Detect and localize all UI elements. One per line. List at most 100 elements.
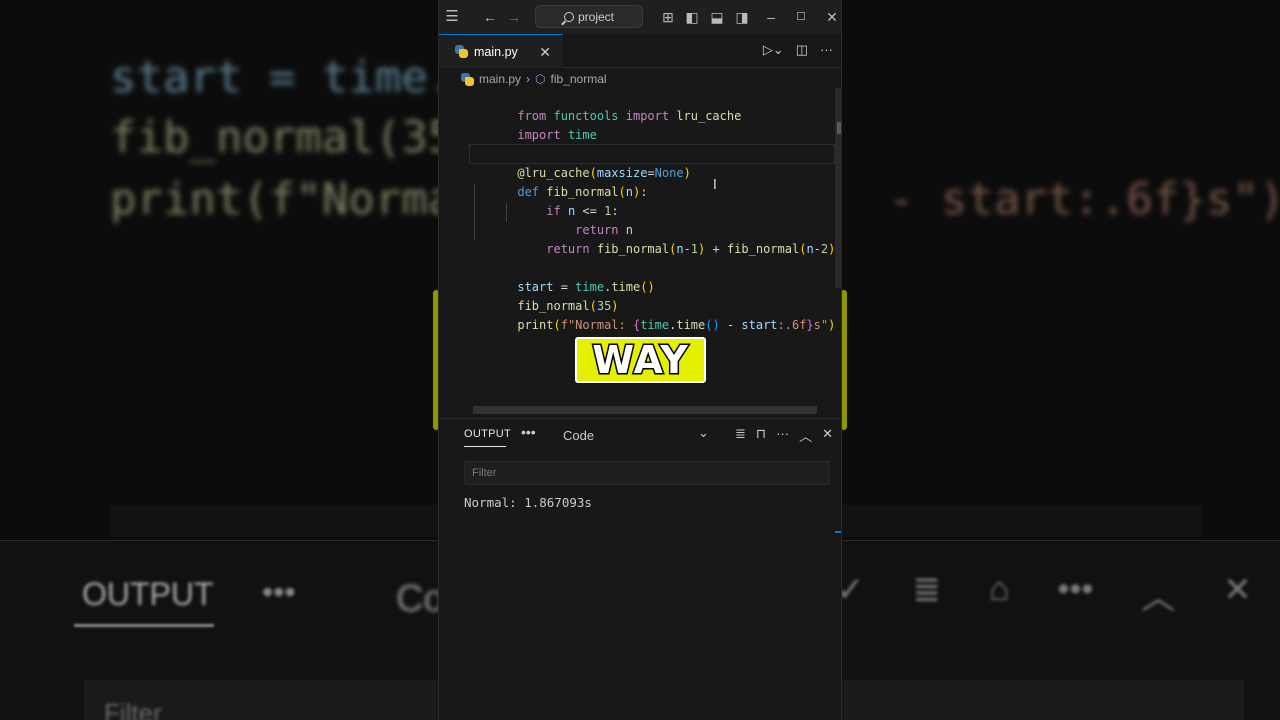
- toggle-primary-sidebar-icon[interactable]: ◧: [683, 8, 701, 26]
- maximize-icon[interactable]: ☐: [792, 8, 810, 26]
- breadcrumb-file[interactable]: main.py: [479, 72, 521, 86]
- token: }: [806, 318, 814, 332]
- search-label: project: [577, 9, 615, 24]
- bg-code-line-3-right: - start:.6f}s"): [888, 174, 1280, 225]
- output-channel-select[interactable]: Code: [563, 428, 594, 443]
- token: time: [640, 318, 670, 332]
- editor-horizontal-scrollbar[interactable]: [473, 406, 817, 414]
- minimize-icon[interactable]: –: [762, 8, 780, 26]
- token: :.6f: [777, 318, 807, 332]
- bg-filter-label: Filter: [104, 698, 162, 720]
- tab-label: main.py: [474, 44, 518, 59]
- code-line-12: print(f"Normal: {time.time() - start:.6f…: [474, 297, 835, 332]
- code-line-4: @lru_cache(maxsize=None): [474, 145, 690, 180]
- run-icon[interactable]: ▷⌄: [763, 42, 784, 58]
- code-line-7: return n: [474, 202, 633, 237]
- bg-code-line-2: fib_normal(35: [110, 112, 454, 163]
- token: return: [517, 242, 597, 256]
- scrollbar-marker: [837, 122, 841, 134]
- bg-code-line-3: print(f"Norma: [110, 174, 454, 225]
- split-editor-icon[interactable]: ◫: [796, 42, 808, 58]
- breadcrumb-symbol[interactable]: fib_normal: [551, 72, 607, 86]
- output-text: Normal: 1.867093s: [464, 495, 592, 510]
- token: f"Normal:: [560, 318, 633, 332]
- token: n: [625, 185, 633, 199]
- token: (: [618, 185, 626, 199]
- token: n: [806, 242, 814, 256]
- token: fib_normal: [596, 242, 670, 256]
- token: fib_normal: [726, 242, 800, 256]
- tab-close-icon[interactable]: ✕: [539, 44, 551, 61]
- close-panel-icon[interactable]: ✕: [822, 426, 833, 445]
- forward-arrow-icon[interactable]: →: [505, 8, 523, 26]
- customize-layout-icon[interactable]: ⊞: [659, 8, 677, 26]
- token: -: [719, 318, 742, 332]
- output-panel: OUTPUT ••• Code ⌄ ≣ ⊓ ··· ︿ ✕ Filter Nor…: [439, 418, 841, 720]
- token: +: [705, 242, 727, 256]
- token: import: [517, 128, 568, 142]
- maximize-panel-icon[interactable]: ︿: [799, 426, 812, 445]
- function-symbol-icon: ⬡: [535, 72, 546, 86]
- active-tab-indicator: [464, 446, 506, 447]
- editor-vertical-scrollbar[interactable]: [835, 88, 841, 288]
- tab-main-py[interactable]: main.py ✕: [439, 34, 563, 68]
- token: (): [705, 318, 720, 332]
- bg-close-icon: ✕: [1223, 571, 1252, 609]
- bg-lock-icon: ⌂: [989, 570, 1010, 608]
- token: ): [828, 318, 836, 332]
- caption-overlay: WAY: [575, 337, 706, 384]
- token: (): [640, 280, 655, 294]
- token: None: [654, 166, 684, 180]
- panel-actions: ≣ ⊓ ··· ︿ ✕: [735, 426, 833, 445]
- token: lru_cache: [676, 109, 742, 123]
- menu-icon[interactable]: ☰: [443, 8, 461, 26]
- code-line-2: import time: [474, 107, 596, 142]
- tab-output[interactable]: OUTPUT: [464, 428, 511, 440]
- back-arrow-icon[interactable]: ←: [481, 8, 499, 26]
- token: n: [676, 242, 684, 256]
- code-line-1: from functools import lru_cache: [474, 88, 741, 123]
- bg-code-text-2: fib_normal(35: [110, 112, 455, 163]
- clear-output-icon[interactable]: ≣: [735, 426, 746, 445]
- lock-scroll-icon[interactable]: ⊓: [756, 426, 766, 445]
- bg-chevron-up-icon: ︿: [1141, 579, 1176, 617]
- breadcrumb: main.py › ⬡ fib_normal: [461, 70, 607, 88]
- editor-tab-bar: main.py ✕ ▷⌄ ◫ ···: [439, 34, 841, 68]
- bg-code-text-3-right: - start:.6f}s"): [888, 174, 1280, 225]
- token: 1: [690, 242, 699, 256]
- token: time: [676, 318, 706, 332]
- bg-code-text-3: print(f"Norma: [110, 174, 455, 225]
- search-icon: [563, 11, 574, 22]
- bg-output-underline: [74, 624, 214, 627]
- title-bar: ☰ ← → project ⊞ ◧ ⬓ ◨ – ☐ ✕: [439, 0, 841, 34]
- text-cursor-icon: I: [713, 178, 717, 193]
- token: import: [618, 109, 677, 123]
- python-file-icon: [455, 45, 468, 58]
- filter-input[interactable]: Filter: [464, 461, 830, 485]
- command-center-search[interactable]: project: [535, 5, 643, 28]
- chevron-down-icon[interactable]: ⌄: [698, 425, 709, 441]
- token: print: [517, 318, 554, 332]
- token: =: [647, 166, 655, 180]
- token: -: [813, 242, 821, 256]
- token: time: [567, 128, 597, 142]
- token: (: [553, 318, 561, 332]
- bg-more-icon-2: •••: [1057, 570, 1094, 608]
- token: -: [683, 242, 691, 256]
- code-line-8: return fib_normal(n-1) + fib_normal(n-2): [474, 221, 835, 256]
- toggle-secondary-sidebar-icon[interactable]: ◨: [733, 8, 751, 26]
- token: ): [683, 166, 691, 180]
- code-line-11: fib_normal(35): [474, 278, 618, 313]
- python-file-icon: [461, 72, 474, 86]
- more-icon[interactable]: ···: [776, 426, 789, 445]
- token: s": [813, 318, 829, 332]
- token: start: [741, 318, 778, 332]
- code-line-6: if n <= 1:: [474, 183, 618, 218]
- breadcrumb-separator: ›: [526, 72, 531, 86]
- bg-output-label: OUTPUT: [82, 576, 214, 612]
- toggle-panel-icon[interactable]: ⬓: [708, 8, 726, 26]
- window-close-icon[interactable]: ✕: [823, 8, 841, 26]
- panel-more-icon[interactable]: •••: [521, 424, 536, 440]
- more-actions-icon[interactable]: ···: [820, 42, 833, 58]
- bg-code-text-1: start = time.: [110, 52, 455, 103]
